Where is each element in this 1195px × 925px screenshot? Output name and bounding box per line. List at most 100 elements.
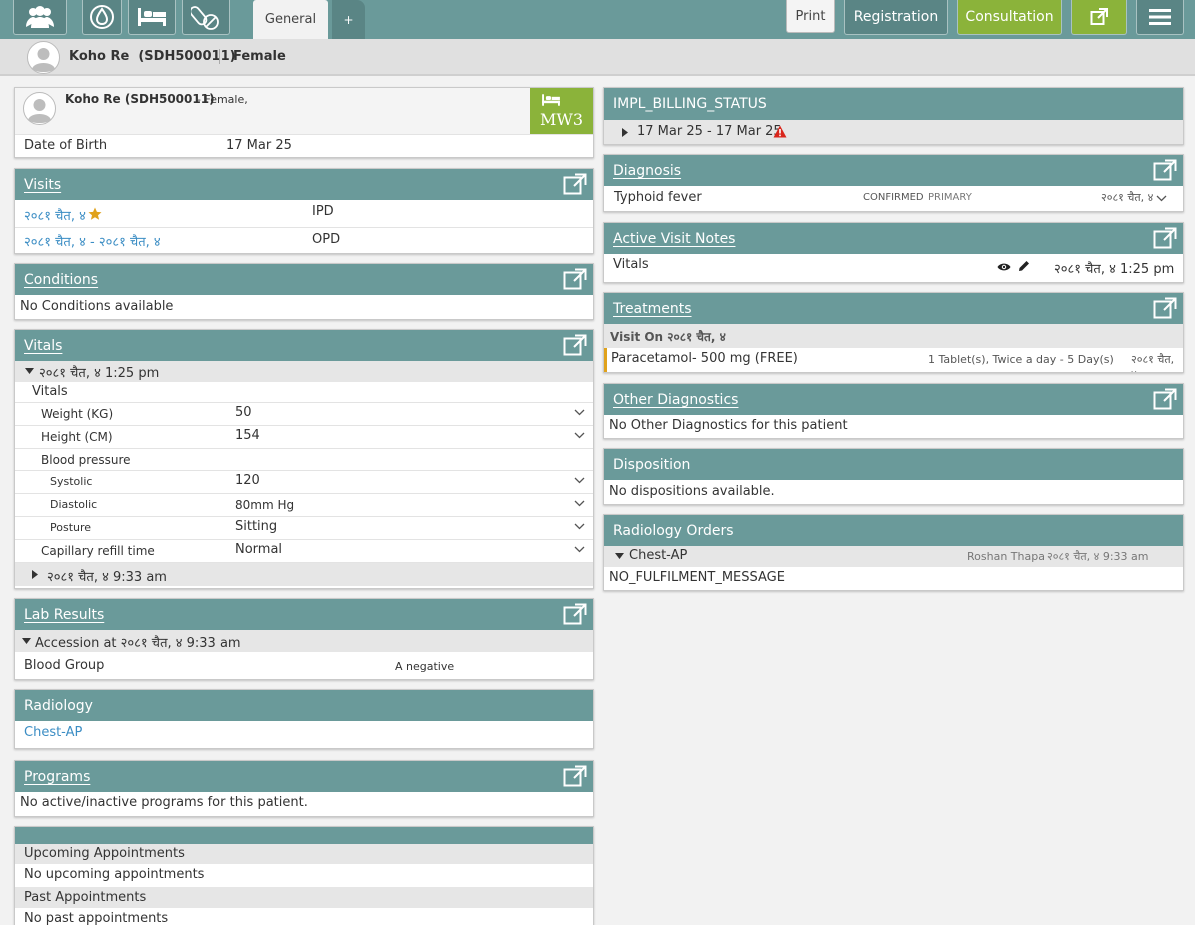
conditions-header: Conditions: [15, 264, 593, 295]
visit-row[interactable]: २०८१ चैत, ४ IPD: [15, 200, 593, 227]
consultation-button[interactable]: Consultation: [957, 0, 1062, 35]
radiology-order-message: NO_FULFILMENT_MESSAGE: [609, 570, 785, 585]
vital-label: Diastolic: [50, 498, 98, 511]
treatment-row[interactable]: Paracetamol- 500 mg (FREE) 1 Tablet(s), …: [604, 348, 1183, 372]
vital-value: Normal: [235, 542, 283, 557]
programs-panel: Programs No active/inactive programs for…: [14, 760, 594, 817]
bed-management-button[interactable]: [128, 0, 176, 35]
dob-value: 17 Mar 25: [226, 138, 292, 153]
lab-test-result: A negative: [395, 660, 455, 673]
vital-value: 80mm Hg: [235, 498, 295, 512]
chevron-down-icon[interactable]: [574, 546, 585, 553]
past-appointments-title: Past Appointments: [24, 890, 147, 905]
external-link-icon[interactable]: [563, 765, 587, 787]
external-link-icon[interactable]: [1153, 388, 1177, 410]
eye-icon[interactable]: [997, 262, 1011, 272]
vital-row[interactable]: Posture Sitting: [15, 516, 593, 539]
chevron-down-icon[interactable]: [574, 500, 585, 507]
accession-toggle[interactable]: Accession at २०८१ चैत, ४ 9:33 am: [15, 630, 593, 652]
appointments-panel: Upcoming Appointments No upcoming appoin…: [14, 826, 594, 925]
separator: [219, 49, 220, 64]
other-diagnostics-title[interactable]: Other Diagnostics: [613, 392, 738, 408]
vital-row[interactable]: Height (CM) 154: [15, 425, 593, 448]
pencil-icon[interactable]: [1018, 260, 1030, 272]
vital-row[interactable]: Systolic 120: [15, 470, 593, 493]
caret-down-icon: [25, 368, 34, 374]
medication-button[interactable]: [182, 0, 230, 35]
menu-button[interactable]: [1136, 0, 1184, 35]
warning-icon: [773, 125, 787, 138]
visit-notes-title[interactable]: Active Visit Notes: [613, 231, 735, 247]
chevron-down-icon[interactable]: [574, 477, 585, 484]
radiology-order-toggle[interactable]: Chest-AP Roshan Thapa २०८१ चैत, ४ 9:33 a…: [604, 546, 1183, 567]
visit-date[interactable]: २०८१ चैत, ४ - २०८१ चैत, ४: [24, 232, 161, 250]
caret-down-icon: [22, 638, 31, 644]
external-link-icon[interactable]: [563, 173, 587, 195]
patient-info-card: Koho Re (SDH500011) - Female, MW3 Date o…: [14, 87, 594, 158]
accession-label: Accession at २०८१ चैत, ४ 9:33 am: [35, 636, 241, 651]
lab-results-title[interactable]: Lab Results: [24, 607, 104, 623]
chevron-down-icon[interactable]: [574, 523, 585, 530]
visit-notes-header: Active Visit Notes: [604, 223, 1183, 254]
vital-row[interactable]: Diastolic 80mm Hg: [15, 493, 593, 516]
disposition-header: Disposition: [604, 449, 1183, 480]
treatments-visit-on: Visit On २०८१ चैत, ४: [610, 330, 726, 344]
chevron-down-icon[interactable]: [1156, 195, 1167, 202]
chevron-down-icon[interactable]: [574, 409, 585, 416]
billing-status-toggle[interactable]: 17 Mar 25 - 17 Mar 25: [604, 120, 1183, 144]
vital-value: 120: [235, 473, 260, 488]
chevron-down-icon[interactable]: [574, 432, 585, 439]
print-button[interactable]: Print: [786, 0, 835, 33]
drop-icon: [90, 5, 114, 29]
registration-button[interactable]: Registration: [844, 0, 948, 35]
radiology-orders-title: Radiology Orders: [613, 522, 734, 539]
visit-note-row: Vitals २०८१ चैत, ४ 1:25 pm: [604, 254, 1183, 282]
radiology-orders-header: Radiology Orders: [604, 515, 1183, 546]
external-link-icon[interactable]: [563, 603, 587, 625]
vital-row: Blood pressure: [15, 448, 593, 470]
visit-notes-panel: Active Visit Notes Vitals २०८१ चैत, ४ 1:…: [603, 222, 1184, 283]
patient-header: Koho Re (SDH500011) Female: [0, 39, 1195, 76]
programs-title[interactable]: Programs: [24, 769, 90, 785]
diagnosis-row[interactable]: Typhoid fever CONFIRMED PRIMARY २०८१ चैत…: [604, 186, 1183, 211]
vital-row[interactable]: Weight (KG) 50: [15, 402, 593, 425]
vitals-title[interactable]: Vitals: [24, 338, 62, 354]
external-link-icon[interactable]: [1153, 227, 1177, 249]
conditions-title[interactable]: Conditions: [24, 272, 98, 288]
lab-tests-button[interactable]: [82, 0, 122, 35]
appointments-header: [15, 827, 593, 844]
vital-value: Sitting: [235, 519, 278, 534]
info-name-id: Koho Re (SDH500011): [65, 92, 215, 106]
open-external-button[interactable]: [1071, 0, 1127, 35]
tab-general[interactable]: General: [253, 0, 328, 39]
external-link-icon[interactable]: [563, 268, 587, 290]
hamburger-icon: [1149, 9, 1171, 25]
disposition-panel: Disposition No dispositions available.: [603, 448, 1184, 505]
treatments-title[interactable]: Treatments: [613, 301, 692, 317]
vitals-header: Vitals: [15, 330, 593, 361]
radiology-item-link[interactable]: Chest-AP: [24, 725, 82, 740]
vital-row[interactable]: Capillary refill time Normal: [15, 539, 593, 562]
billing-status-panel: IMPL_BILLING_STATUS 17 Mar 25 - 17 Mar 2…: [603, 87, 1184, 145]
conditions-empty: No Conditions available: [20, 299, 174, 314]
diagnosis-name: Typhoid fever: [614, 190, 702, 205]
external-link-icon[interactable]: [1153, 297, 1177, 319]
visit-note-date: २०८१ चैत, ४ 1:25 pm: [1054, 262, 1175, 277]
diagnosis-title[interactable]: Diagnosis: [613, 163, 681, 179]
patient-list-button[interactable]: [13, 0, 67, 35]
vital-label: Blood pressure: [41, 453, 131, 467]
visits-title[interactable]: Visits: [24, 177, 61, 193]
programs-header: Programs: [15, 761, 593, 792]
top-navigation-bar: General + Print Registration Consultatio…: [0, 0, 1195, 39]
external-link-icon[interactable]: [563, 334, 587, 356]
ward-name: MW3: [540, 110, 584, 129]
visit-row[interactable]: २०८१ चैत, ४ - २०८१ चैत, ४ OPD: [15, 227, 593, 253]
vitals-group-toggle[interactable]: २०८१ चैत, ४ 9:33 am: [15, 562, 593, 586]
vitals-group-toggle[interactable]: २०८१ चैत, ४ 1:25 pm: [15, 361, 593, 382]
dob-label: Date of Birth: [24, 138, 108, 153]
visit-date[interactable]: २०८१ चैत, ४: [24, 206, 86, 224]
conditions-panel: Conditions No Conditions available: [14, 263, 594, 320]
external-link-icon: [1090, 8, 1108, 25]
add-tab-button[interactable]: +: [332, 0, 365, 39]
external-link-icon[interactable]: [1153, 159, 1177, 181]
